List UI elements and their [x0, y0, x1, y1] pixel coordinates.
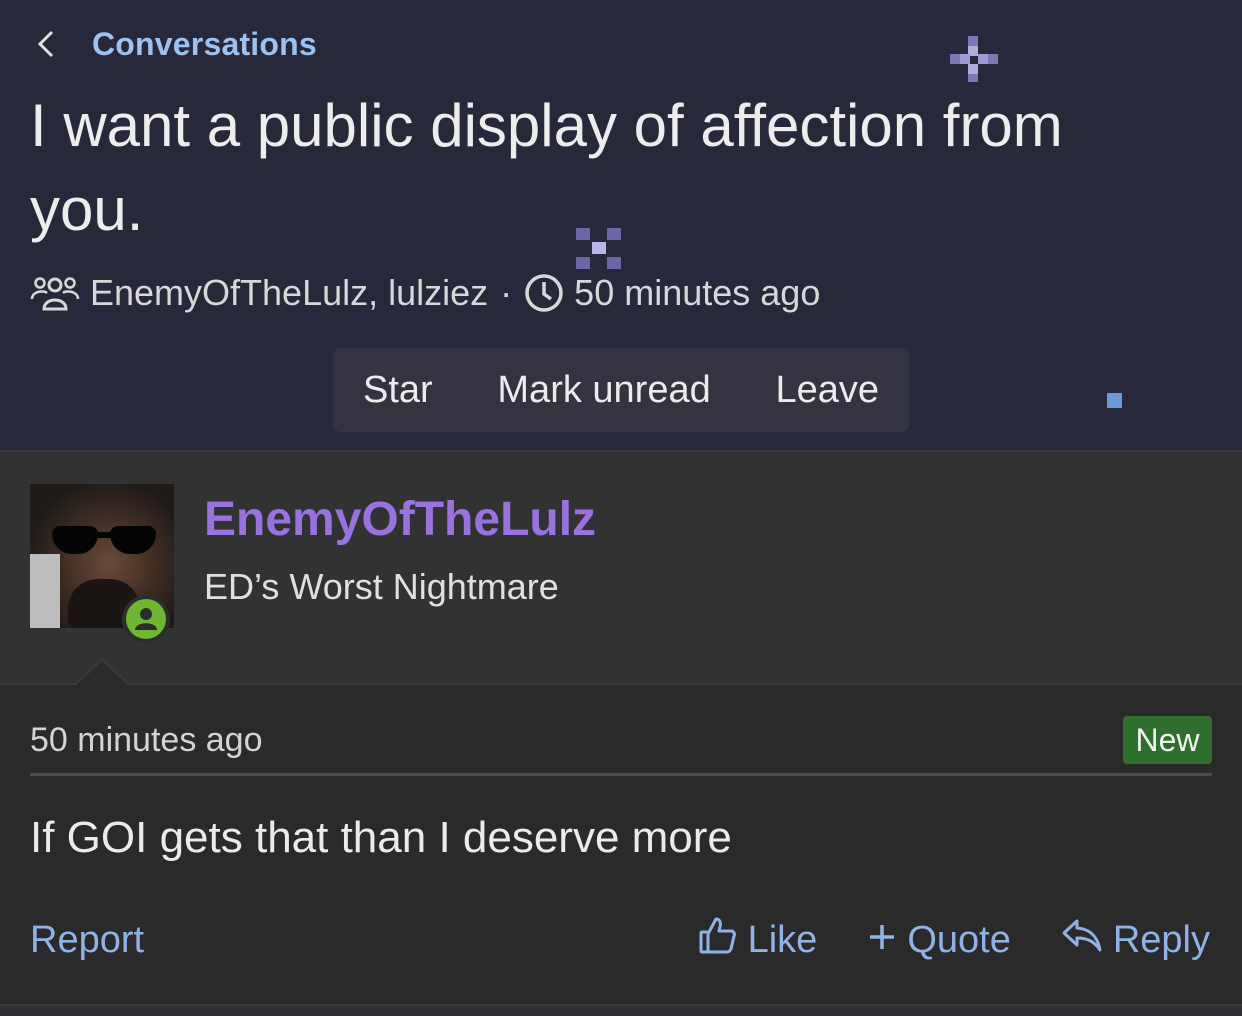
back-link[interactable]: Conversations — [92, 26, 317, 63]
conversation-header: Conversations I want a public display of… — [0, 0, 1242, 450]
plus-icon — [867, 919, 897, 962]
like-button[interactable]: Like — [698, 915, 818, 965]
new-badge: New — [1123, 716, 1212, 764]
participants: EnemyOfTheLulz, lulziez — [90, 272, 489, 313]
quote-button[interactable]: Quote — [867, 919, 1011, 962]
message-time[interactable]: 50 minutes ago — [30, 721, 263, 760]
thumbs-up-icon — [698, 915, 738, 965]
sparkle-decoration — [1107, 393, 1122, 408]
page-title: I want a public display of affection fro… — [30, 92, 1063, 243]
report-link[interactable]: Report — [30, 919, 144, 962]
divider — [0, 1004, 1242, 1016]
conversation-meta: EnemyOfTheLulz, lulziez · 50 minutes ago — [30, 268, 820, 318]
star-button[interactable]: Star — [363, 369, 433, 412]
reply-button[interactable]: Reply — [1061, 917, 1210, 963]
quote-label: Quote — [907, 918, 1011, 961]
breadcrumb[interactable]: Conversations — [36, 24, 317, 64]
divider — [30, 773, 1212, 776]
user-online-icon — [122, 595, 170, 643]
mark-unread-button[interactable]: Mark unread — [497, 369, 710, 412]
sparkle-decoration — [950, 36, 998, 89]
users-icon — [30, 275, 80, 311]
author-username[interactable]: EnemyOfTheLulz — [204, 492, 596, 547]
author-title: ED’s Worst Nightmare — [204, 566, 559, 607]
card-pointer-fill — [76, 661, 128, 685]
author-card: EnemyOfTheLulz ED’s Worst Nightmare — [0, 450, 1242, 683]
meta-separator: · — [500, 272, 513, 313]
clock-icon — [524, 273, 564, 313]
conversation-actions: Star Mark unread Leave — [333, 348, 909, 432]
like-label: Like — [747, 918, 818, 961]
reply-label: Reply — [1112, 918, 1210, 961]
message: 50 minutes ago New If GOI gets that than… — [0, 683, 1242, 1016]
reply-icon — [1061, 917, 1103, 963]
conversation-time: 50 minutes ago — [574, 272, 821, 313]
leave-button[interactable]: Leave — [775, 369, 879, 412]
message-footer: Report Like Quote Reply — [30, 915, 1210, 965]
message-body: If GOI gets that than I deserve more — [30, 813, 732, 862]
chevron-left-icon[interactable] — [36, 24, 64, 64]
